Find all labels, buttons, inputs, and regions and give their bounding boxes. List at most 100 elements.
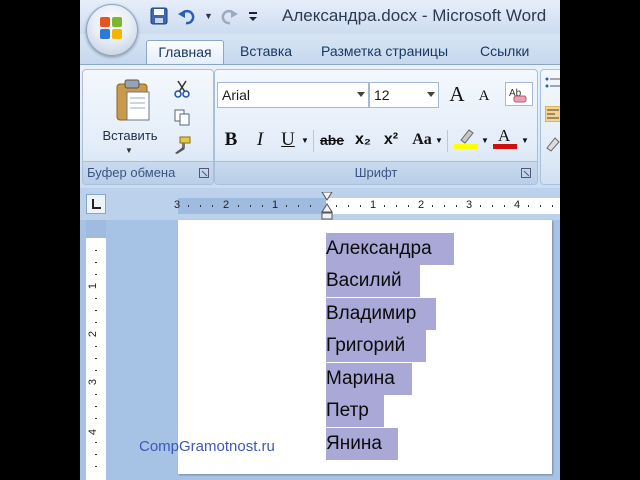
office-button[interactable] — [86, 4, 138, 56]
ruler-row: 3 2 1 1 2 3 4 — [80, 188, 560, 220]
chevron-down-icon — [427, 92, 435, 97]
highlight-button[interactable] — [451, 126, 481, 150]
font-color-icon: A — [493, 126, 517, 149]
copy-icon — [174, 109, 190, 126]
word-window: ▼ Александра.docx - Microsoft Word Главн… — [80, 0, 560, 480]
svg-text:A: A — [498, 126, 511, 145]
font-size-combo[interactable]: 12 — [369, 82, 439, 108]
watermark-text: CompGramotnost.ru — [139, 438, 275, 455]
format-painter-icon — [175, 136, 191, 154]
separator — [447, 130, 448, 152]
document-line[interactable]: Петр — [326, 395, 384, 427]
customize-icon — [249, 12, 257, 21]
redo-button[interactable] — [218, 5, 240, 27]
font-name-value: Arial — [222, 87, 251, 103]
customize-qat-button[interactable] — [246, 5, 260, 27]
save-icon — [150, 7, 168, 25]
ruler-number: 2 — [223, 199, 230, 211]
tab-page-layout[interactable]: Разметка страницы — [321, 40, 448, 64]
vertical-ruler-number: 1 — [87, 282, 100, 290]
grow-font-button[interactable]: A — [445, 82, 469, 106]
top-margin-area — [86, 220, 106, 238]
paste-icon — [116, 79, 150, 121]
vertical-ruler-number: 2 — [87, 330, 100, 338]
quick-access-toolbar: ▼ — [148, 4, 260, 28]
cut-button[interactable] — [171, 78, 193, 100]
document-line[interactable]: Янина — [326, 428, 398, 460]
bullets-icon[interactable] — [545, 76, 560, 90]
clipboard-label-text: Буфер обмена — [87, 165, 176, 180]
highlight-color-swatch — [454, 144, 478, 149]
clear-formatting-button[interactable]: Ab — [505, 82, 533, 106]
change-case-dropdown-icon[interactable]: ▼ — [435, 128, 443, 152]
highlight-dropdown-icon[interactable]: ▼ — [481, 128, 489, 152]
paragraph-group-partial — [540, 69, 560, 185]
document-line[interactable]: Владимир — [326, 298, 436, 330]
ruler-number: 3 — [174, 199, 181, 211]
document-line[interactable]: Марина — [326, 363, 412, 395]
paste-label: Вставить — [102, 128, 158, 143]
clipboard-group-label: Буфер обмена — [83, 161, 213, 184]
font-group: Arial 12 A A Ab B I U ▼ abe x₂ x² Aa ▼ ▼… — [214, 69, 538, 185]
font-label-text: Шрифт — [354, 165, 398, 180]
copy-button[interactable] — [171, 106, 193, 128]
vertical-ruler-number: 3 — [87, 378, 100, 386]
ruler-number: 2 — [418, 199, 425, 211]
undo-icon — [178, 9, 195, 25]
tab-home[interactable]: Главная — [146, 40, 224, 65]
document-page[interactable]: Александра Василий Владимир Григорий Мар… — [178, 220, 552, 474]
ruler-number: 1 — [272, 199, 279, 211]
left-tab-icon — [92, 199, 101, 209]
shading-icon[interactable] — [545, 136, 560, 152]
office-logo-icon — [100, 17, 124, 41]
align-left-icon[interactable] — [545, 106, 560, 122]
font-size-value: 12 — [374, 87, 390, 103]
subscript-button[interactable]: x₂ — [351, 128, 375, 152]
redo-icon — [221, 9, 238, 25]
ribbon: Вставить ▼ Буфер обмена Arial 12 A A Ab … — [80, 64, 560, 190]
underline-dropdown-icon[interactable]: ▼ — [300, 128, 310, 152]
paste-button[interactable]: Вставить ▼ — [97, 76, 163, 158]
cut-icon — [174, 80, 190, 98]
chevron-down-icon — [357, 92, 365, 97]
ruler-number: 3 — [466, 199, 473, 211]
undo-dropdown-icon[interactable]: ▼ — [204, 11, 213, 21]
horizontal-ruler[interactable]: 3 2 1 1 2 3 4 — [174, 192, 560, 220]
paste-dropdown-icon[interactable]: ▼ — [125, 146, 133, 155]
change-case-button[interactable]: Aa — [409, 128, 435, 152]
strikethrough-button[interactable]: abe — [317, 128, 347, 152]
ruler-number: 1 — [370, 199, 377, 211]
indent-marker-icon[interactable] — [321, 192, 333, 220]
tab-references[interactable]: Ссылки — [480, 40, 529, 64]
dialog-launcher-icon[interactable] — [521, 168, 531, 178]
highlighter-icon — [454, 129, 478, 149]
font-color-dropdown-icon[interactable]: ▼ — [521, 128, 529, 152]
clear-formatting-icon: Ab — [509, 88, 527, 103]
font-color-button[interactable]: A — [491, 126, 519, 150]
shrink-font-button[interactable]: A — [473, 84, 495, 108]
superscript-button[interactable]: x² — [379, 128, 403, 152]
vertical-ruler[interactable]: 1 2 3 4 — [86, 220, 106, 480]
font-name-combo[interactable]: Arial — [217, 82, 369, 108]
document-line[interactable]: Александра — [326, 233, 454, 265]
title-bar: ▼ Александра.docx - Microsoft Word — [80, 0, 560, 34]
underline-button[interactable]: U — [277, 128, 299, 152]
window-title: Александра.docx - Microsoft Word — [282, 6, 547, 25]
tab-insert[interactable]: Вставка — [240, 40, 292, 64]
tab-stop-selector[interactable] — [86, 194, 106, 214]
document-line[interactable]: Григорий — [326, 330, 426, 362]
ruler-number: 4 — [514, 199, 521, 211]
vertical-ruler-number: 4 — [87, 428, 100, 436]
separator — [313, 130, 314, 152]
clipboard-group: Вставить ▼ Буфер обмена — [82, 69, 214, 185]
font-color-swatch — [493, 144, 517, 149]
document-line[interactable]: Василий — [326, 265, 420, 297]
bold-button[interactable]: B — [219, 128, 243, 152]
font-group-label: Шрифт — [215, 161, 537, 184]
ribbon-tabs: Главная Вставка Разметка страницы Ссылки — [80, 34, 560, 65]
italic-button[interactable]: I — [249, 128, 271, 152]
save-button[interactable] — [148, 5, 170, 27]
dialog-launcher-icon[interactable] — [199, 168, 209, 178]
undo-button[interactable] — [176, 5, 198, 27]
format-painter-button[interactable] — [171, 134, 193, 156]
